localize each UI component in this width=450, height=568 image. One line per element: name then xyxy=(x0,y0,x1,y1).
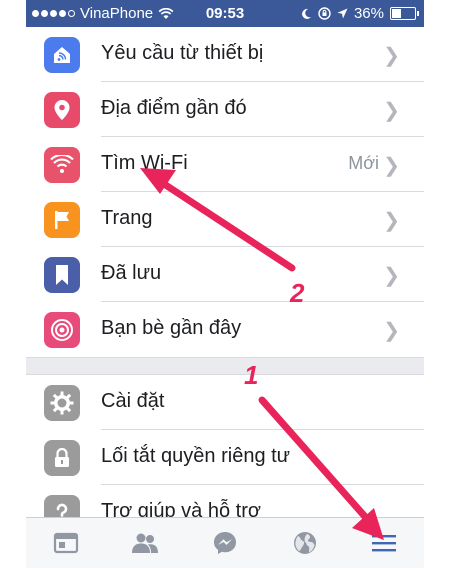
menu-item-settings[interactable]: Cài đặt xyxy=(26,375,424,430)
menu-item-label: Cài đặt xyxy=(101,390,165,412)
flag-icon xyxy=(44,202,80,238)
rotation-lock-icon xyxy=(318,7,331,20)
messenger-icon xyxy=(213,532,236,554)
chevron-right-icon: ❯ xyxy=(383,210,400,232)
annotation-label-1: 1 xyxy=(244,360,259,390)
menu-item-label: Lối tắt quyền riêng tư xyxy=(101,445,291,467)
battery-icon xyxy=(390,7,419,20)
chevron-right-icon: ❯ xyxy=(383,265,400,287)
chevron-right-icon: ❯ xyxy=(383,100,400,122)
location-arrow-icon xyxy=(337,8,348,19)
menu-item-saved[interactable]: Đã lưu ❯ xyxy=(26,247,424,302)
gear-icon xyxy=(44,385,80,421)
tab-bar xyxy=(26,517,424,568)
menu-item-label: Trang xyxy=(101,207,153,229)
menu-item-label: Yêu cầu từ thiết bị xyxy=(101,42,264,64)
wifi-icon xyxy=(44,147,80,183)
moon-icon xyxy=(302,8,311,19)
location-pin-icon xyxy=(44,92,80,128)
menu-item-label: Bạn bè gần đây xyxy=(101,317,242,339)
menu-item-label: Đã lưu xyxy=(101,262,162,284)
tab-news-feed[interactable] xyxy=(26,518,106,568)
device-request-icon xyxy=(44,37,80,73)
chevron-right-icon: ❯ xyxy=(383,45,400,67)
menu-item-nearby-places[interactable]: Địa điểm gần đó ❯ xyxy=(26,82,424,137)
globe-icon xyxy=(293,532,316,554)
phone-screen: VinaPhone 09:53 36% Yêu cầu từ thiết bị … xyxy=(26,0,424,568)
tab-messenger[interactable] xyxy=(185,518,265,568)
menu-item-find-wifi[interactable]: Tìm Wi-Fi Mới ❯ xyxy=(26,137,424,192)
battery-percent: 36% xyxy=(353,5,384,22)
menu-item-privacy-shortcuts[interactable]: Lối tắt quyền riêng tư xyxy=(26,430,424,485)
tab-friends[interactable] xyxy=(106,518,186,568)
new-badge: Mới xyxy=(348,153,379,173)
bookmark-icon xyxy=(44,257,80,293)
tab-notifications[interactable] xyxy=(265,518,345,568)
menu-item-nearby-friends[interactable]: Bạn bè gần đây ❯ xyxy=(26,302,424,357)
friends-icon xyxy=(132,533,159,553)
lock-icon xyxy=(44,440,80,476)
menu-list: Yêu cầu từ thiết bị ❯ Địa điểm gần đó ❯ … xyxy=(26,27,424,540)
tab-menu[interactable] xyxy=(344,518,424,568)
news-feed-icon xyxy=(53,532,78,554)
menu-item-label: Địa điểm gần đó xyxy=(101,97,247,119)
menu-item-device-requests[interactable]: Yêu cầu từ thiết bị ❯ xyxy=(26,27,424,82)
section-divider xyxy=(26,357,424,375)
status-bar: VinaPhone 09:53 36% xyxy=(26,0,424,27)
chevron-right-icon: ❯ xyxy=(383,155,400,177)
status-right: 36% xyxy=(300,5,419,22)
chevron-right-icon: ❯ xyxy=(383,320,400,342)
menu-item-pages[interactable]: Trang ❯ xyxy=(26,192,424,247)
menu-item-label: Tìm Wi-Fi xyxy=(101,152,188,174)
menu-icon xyxy=(372,535,397,552)
annotation-label-2: 2 xyxy=(290,278,305,308)
nearby-friends-icon xyxy=(44,312,80,348)
